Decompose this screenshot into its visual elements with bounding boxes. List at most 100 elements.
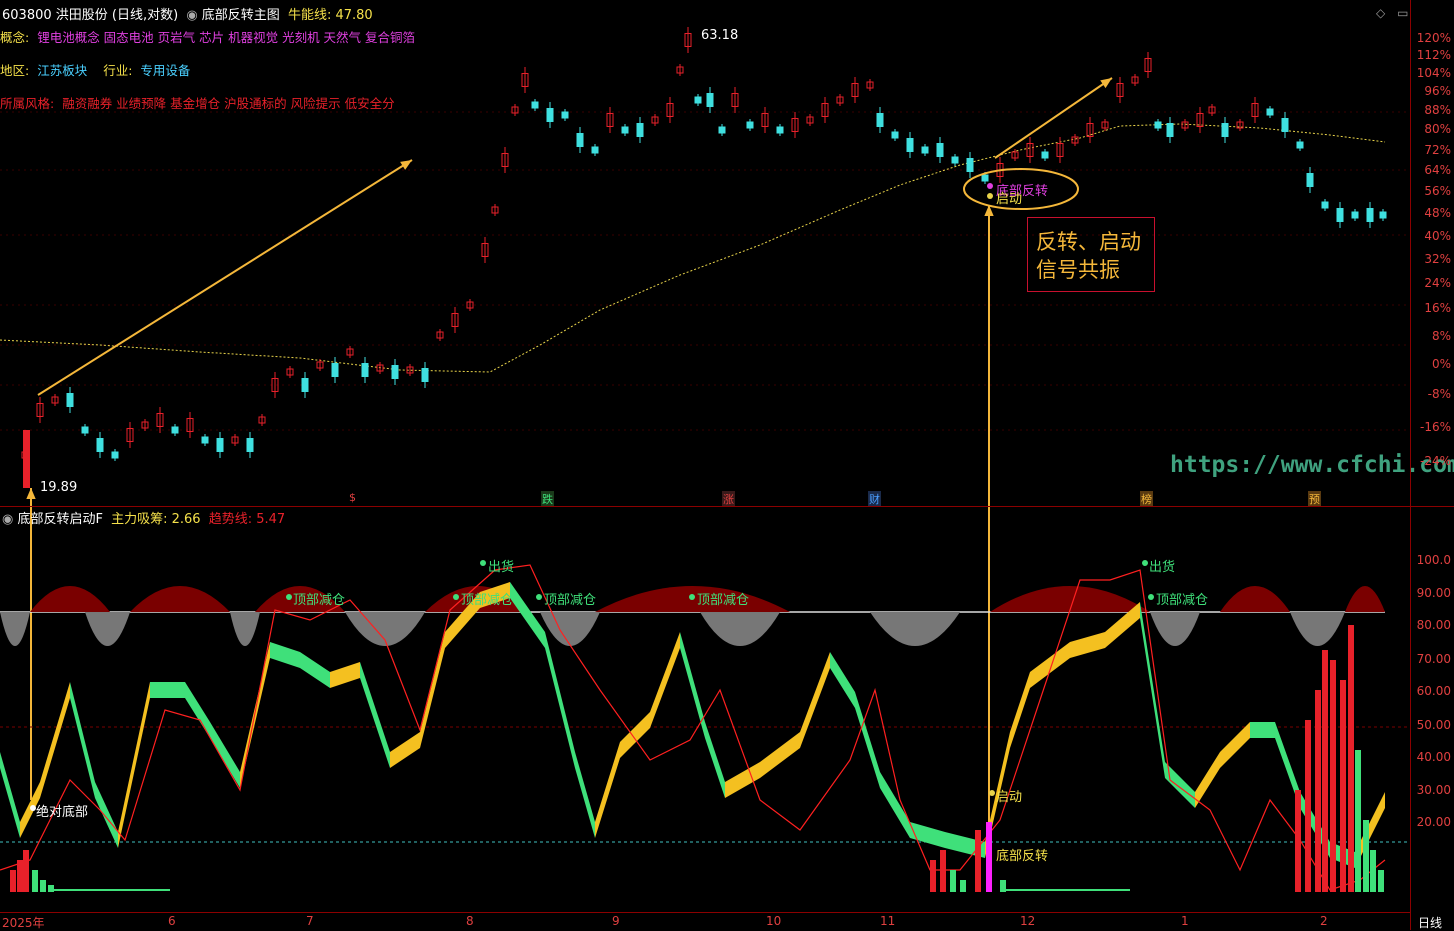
candlestick: [576, 133, 584, 147]
momentum-band: [40, 682, 70, 798]
volume-bar: [1370, 850, 1376, 892]
region-value[interactable]: 江苏板块: [37, 63, 87, 78]
concept-list[interactable]: 锂电池概念 固态电池 页岩气 芯片 机器视觉 光刻机 天然气 复合铜箔: [37, 30, 415, 45]
label-dot: [989, 790, 995, 796]
sub-dropdown-icon[interactable]: ◉: [2, 512, 13, 527]
price-axis[interactable]: 120% 112% 104% 96% 88% 80% 72% 64% 56% 4…: [1410, 0, 1454, 930]
top-reduce-label-4: 顶部减仓: [697, 593, 750, 608]
event-marker-dollar[interactable]: $: [348, 491, 357, 504]
candlestick: [1281, 118, 1289, 132]
x-tick: 1: [1181, 914, 1189, 928]
y-tick: 64%: [1424, 163, 1451, 177]
axis-divider: [0, 912, 1410, 913]
sub-y-tick: 90.00: [1416, 586, 1451, 600]
y-tick: 0%: [1431, 357, 1451, 371]
momentum-band: [150, 682, 185, 698]
pane-divider[interactable]: [0, 506, 1454, 507]
expand-icon[interactable]: ▭: [1397, 6, 1408, 20]
signal-dot: [987, 183, 993, 189]
industry-label: 行业:: [103, 63, 133, 78]
y-tick: 56%: [1424, 184, 1451, 198]
momentum-band: [595, 742, 620, 838]
industry-value[interactable]: 专用设备: [140, 63, 190, 78]
label-dot: [1148, 594, 1154, 600]
candlestick: [361, 363, 369, 377]
momentum-band: [760, 732, 800, 778]
momentum-band: [360, 662, 390, 768]
trend-arrow-2-head: [1100, 78, 1112, 89]
signal-arrow-1-head: [26, 488, 36, 500]
header-bar: 603800 洪田股份 (日线,对数) ◉ 底部反转主图 牛能线: 47.80: [2, 4, 373, 23]
candlestick: [23, 430, 30, 488]
x-tick: 2025年: [2, 916, 45, 930]
sub-start-label: 启动: [996, 790, 1023, 805]
period-label[interactable]: 日线: [1418, 914, 1442, 931]
style-label: 所属风格:: [0, 96, 55, 111]
y-tick: 48%: [1424, 206, 1451, 220]
momentum-band: [1195, 752, 1220, 808]
indicator-dropdown-icon[interactable]: ◉: [186, 8, 197, 23]
accumulation-area: [0, 612, 30, 646]
y-tick: 16%: [1424, 301, 1451, 315]
momentum-band: [705, 722, 725, 798]
y-tick: 104%: [1416, 66, 1451, 80]
concept-label: 概念:: [0, 30, 30, 45]
momentum-band: [575, 752, 595, 838]
y-tick: 24%: [1424, 276, 1451, 290]
label-dot: [689, 594, 695, 600]
candlestick: [66, 393, 74, 407]
event-marker-finance[interactable]: 财: [868, 491, 881, 507]
sub-indicator-header: ◉ 底部反转启动F 主力吸筹: 2.66 趋势线: 5.47: [2, 508, 285, 527]
region-row: 地区: 江苏板块 行业: 专用设备: [0, 60, 190, 79]
y-tick: 88%: [1424, 103, 1451, 117]
candlestick: [201, 436, 209, 444]
distribution-area: [1220, 586, 1290, 612]
candlestick: [421, 368, 429, 382]
volume-bar: [950, 870, 956, 892]
label-dot: [536, 594, 542, 600]
momentum-band: [1220, 722, 1250, 768]
momentum-band: [210, 722, 240, 788]
candlestick: [246, 438, 254, 452]
event-marker-fall[interactable]: 跌: [541, 491, 554, 507]
volume-bar: [1305, 720, 1311, 892]
accumulation-area: [230, 612, 260, 646]
candlestick: [531, 101, 539, 109]
sub-y-tick: 40.00: [1416, 750, 1451, 764]
y-tick: 120%: [1416, 31, 1451, 45]
x-tick: 8: [466, 914, 474, 928]
accumulation-area: [85, 612, 130, 646]
volume-bar: [930, 860, 936, 892]
top-reduce-label-1: 顶部减仓: [293, 593, 346, 608]
top-reduce-label-2: 顶部减仓: [461, 593, 514, 608]
low-price-label: 19.89: [40, 480, 78, 495]
indicator-name[interactable]: 底部反转主图: [202, 8, 280, 23]
sub-indicator-title[interactable]: 底部反转启动F: [17, 512, 102, 527]
main-accumulation-value: 主力吸筹: 2.66: [111, 512, 201, 527]
candlestick: [1351, 211, 1359, 219]
y-tick: -16%: [1419, 420, 1451, 434]
event-marker-forecast[interactable]: 预: [1308, 491, 1321, 507]
momentum-band: [855, 692, 880, 788]
collapse-icon[interactable]: ◇: [1376, 6, 1385, 20]
style-list[interactable]: 融资融券 业绩预降 基金增仓 沪股通标的 风险提示 低安全分: [62, 96, 394, 111]
abs-bottom-label: 绝对底部: [36, 805, 89, 820]
candlestick: [591, 146, 599, 154]
ship-label-1: 出货: [488, 560, 515, 575]
volume-bar: [960, 880, 966, 892]
candlestick: [171, 426, 179, 434]
volume-bar: [1378, 870, 1384, 892]
candlestick: [636, 123, 644, 137]
volume-bar: [1315, 690, 1321, 892]
x-tick: 12: [1020, 914, 1036, 928]
event-marker-board[interactable]: 榜: [1140, 491, 1153, 507]
trend-arrow-1: [37, 159, 413, 396]
candlestick: [951, 156, 959, 164]
candlestick: [301, 378, 309, 392]
candlestick: [921, 146, 929, 154]
y-tick: -8%: [1427, 387, 1451, 401]
volume-bar: [32, 870, 38, 892]
candlestick: [561, 111, 569, 119]
event-marker-rise[interactable]: 涨: [722, 491, 735, 507]
y-tick: 96%: [1424, 84, 1451, 98]
